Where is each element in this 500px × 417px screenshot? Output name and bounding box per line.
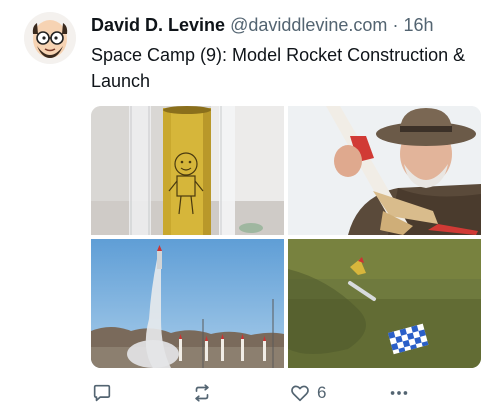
more-icon	[390, 391, 408, 395]
author-display-name[interactable]: David D. Levine	[91, 15, 225, 35]
media-grid	[91, 106, 481, 368]
post-card: David D. Levine @daviddlevine.com · 16h …	[0, 0, 500, 417]
header-separator: ·	[392, 15, 399, 35]
rocket-tube-photo	[91, 106, 284, 235]
reply-icon	[93, 384, 111, 402]
post-actions: 6	[91, 380, 421, 406]
heart-icon	[291, 385, 309, 402]
post-header: David D. Levine @daviddlevine.com · 16h	[91, 12, 480, 38]
avatar-cartoon-face-icon	[24, 12, 76, 64]
landed-rocket-photo	[288, 239, 481, 368]
rocket-launch-photo	[91, 239, 284, 368]
reply-button[interactable]	[91, 380, 113, 406]
repost-button[interactable]	[191, 380, 213, 406]
like-button[interactable]: 6	[289, 380, 326, 406]
post-text: Space Camp (9): Model Rocket Constructio…	[91, 45, 466, 91]
media-image-4[interactable]	[288, 239, 481, 368]
like-count: 6	[317, 383, 327, 402]
media-image-3[interactable]	[91, 239, 284, 368]
post-timestamp[interactable]: 16h	[403, 15, 433, 35]
media-image-1[interactable]	[91, 106, 284, 235]
media-image-2[interactable]	[288, 106, 481, 235]
repost-icon	[195, 384, 209, 402]
author-handle[interactable]: @daviddlevine.com	[230, 15, 387, 35]
more-options-button[interactable]	[387, 380, 411, 406]
avatar[interactable]	[24, 12, 76, 64]
man-with-rocket-photo	[288, 106, 481, 235]
